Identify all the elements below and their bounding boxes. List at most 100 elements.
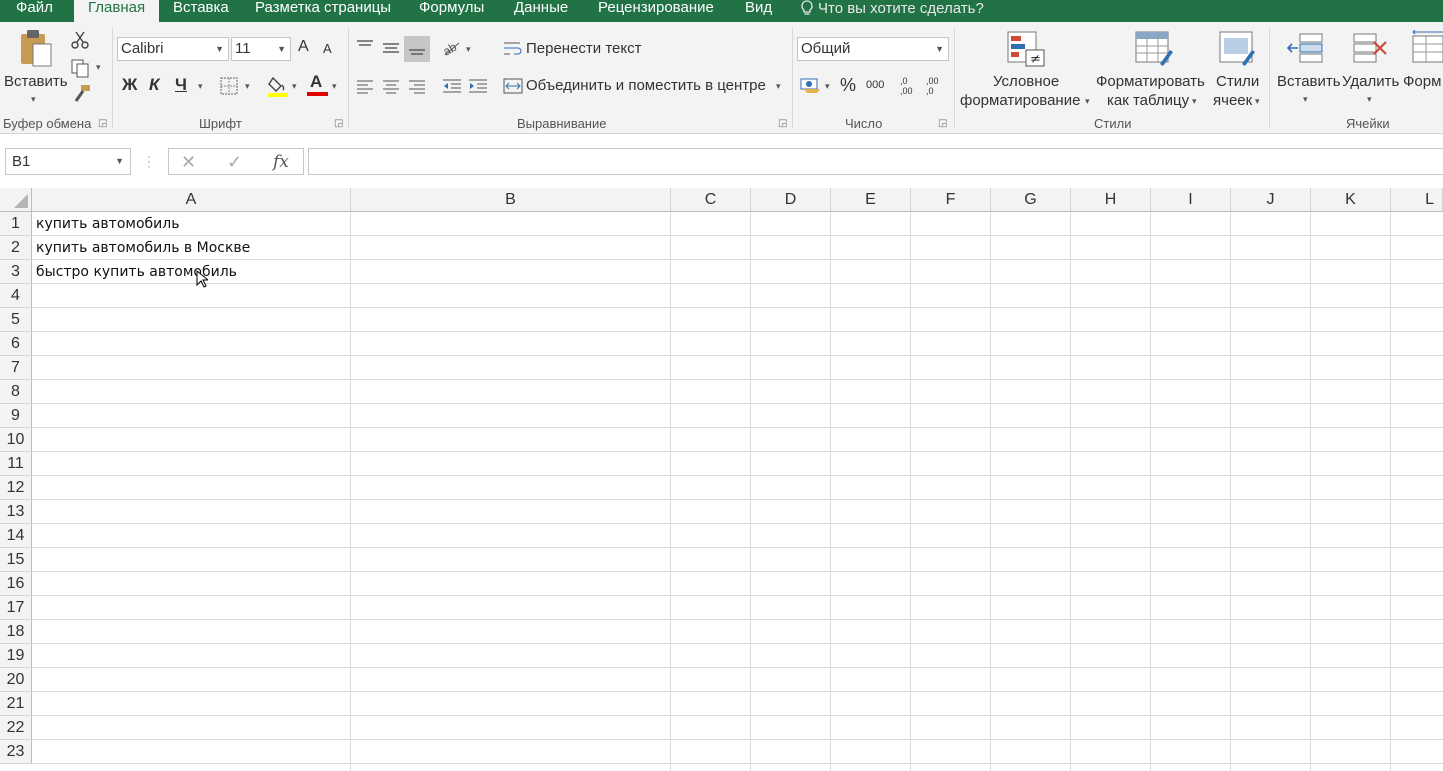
number-format-combo[interactable]: Общий ▼ bbox=[797, 37, 949, 61]
decrease-indent-icon[interactable] bbox=[442, 78, 462, 94]
tab-review[interactable]: Рецензирование bbox=[598, 0, 714, 22]
insert-cells-dropdown-icon[interactable]: ▾ bbox=[1303, 94, 1308, 105]
row-header-14[interactable]: 14 bbox=[0, 524, 32, 548]
conditional-formatting-icon[interactable]: ≠ bbox=[1006, 30, 1046, 68]
align-middle-icon[interactable] bbox=[382, 38, 400, 56]
copy-dropdown-icon[interactable]: ▾ bbox=[96, 62, 101, 73]
column-header-b[interactable]: B bbox=[351, 188, 671, 212]
percent-style-button[interactable]: % bbox=[840, 75, 856, 96]
row-header-13[interactable]: 13 bbox=[0, 500, 32, 524]
column-header-d[interactable]: D bbox=[751, 188, 831, 212]
paste-dropdown-icon[interactable]: ▾ bbox=[31, 94, 36, 105]
delete-cells-button[interactable]: Удалить bbox=[1342, 72, 1399, 91]
align-left-icon[interactable] bbox=[356, 78, 374, 94]
row-header-18[interactable]: 18 bbox=[0, 620, 32, 644]
grow-font-button[interactable]: A bbox=[298, 38, 309, 56]
row-header-17[interactable]: 17 bbox=[0, 596, 32, 620]
insert-function-button[interactable]: fx bbox=[273, 149, 289, 176]
bold-button[interactable]: Ж bbox=[122, 75, 137, 95]
confirm-entry-icon[interactable]: ✓ bbox=[227, 149, 242, 176]
shrink-font-button[interactable]: A bbox=[323, 41, 332, 56]
tab-view[interactable]: Вид bbox=[745, 0, 772, 22]
number-launcher-icon[interactable]: ◲ bbox=[938, 118, 947, 129]
format-table-line1[interactable]: Форматировать bbox=[1096, 72, 1205, 91]
row-header-21[interactable]: 21 bbox=[0, 692, 32, 716]
row-header-9[interactable]: 9 bbox=[0, 404, 32, 428]
tell-me-box[interactable]: Что вы хотите сделать? bbox=[800, 0, 984, 22]
currency-dropdown-icon[interactable]: ▾ bbox=[825, 81, 830, 92]
alignment-launcher-icon[interactable]: ◲ bbox=[778, 118, 787, 129]
column-header-h[interactable]: H bbox=[1071, 188, 1151, 212]
row-header-10[interactable]: 10 bbox=[0, 428, 32, 452]
align-center-icon[interactable] bbox=[382, 78, 400, 94]
paste-button[interactable]: Вставить bbox=[4, 72, 68, 91]
insert-cells-icon[interactable] bbox=[1286, 30, 1326, 68]
cell-styles-line1[interactable]: Стили bbox=[1216, 72, 1259, 91]
currency-format-icon[interactable] bbox=[800, 76, 822, 94]
row-header-11[interactable]: 11 bbox=[0, 452, 32, 476]
row-header-20[interactable]: 20 bbox=[0, 668, 32, 692]
format-table-dropdown-icon[interactable]: ▾ bbox=[1192, 96, 1197, 107]
cell-a2[interactable]: купить автомобиль в Москве bbox=[36, 236, 250, 260]
cell-styles-icon[interactable] bbox=[1218, 30, 1258, 68]
formula-bar-grip[interactable]: · · · bbox=[147, 150, 151, 172]
text-orientation-icon[interactable]: ab bbox=[442, 39, 462, 57]
row-header-19[interactable]: 19 bbox=[0, 644, 32, 668]
column-header-j[interactable]: J bbox=[1231, 188, 1311, 212]
delete-cells-dropdown-icon[interactable]: ▾ bbox=[1367, 94, 1372, 105]
column-header-l[interactable]: L bbox=[1391, 188, 1443, 212]
font-launcher-icon[interactable]: ◲ bbox=[334, 118, 343, 129]
formula-input[interactable] bbox=[308, 148, 1443, 175]
row-header-1[interactable]: 1 bbox=[0, 212, 32, 236]
column-header-a[interactable]: A bbox=[32, 188, 351, 212]
column-header-i[interactable]: I bbox=[1151, 188, 1231, 212]
cut-icon[interactable] bbox=[70, 30, 90, 50]
paste-icon[interactable] bbox=[18, 28, 54, 70]
column-header-k[interactable]: K bbox=[1311, 188, 1391, 212]
format-cells-icon[interactable] bbox=[1410, 30, 1443, 68]
orientation-dropdown-icon[interactable]: ▾ bbox=[466, 44, 471, 55]
comma-style-button[interactable]: 000 bbox=[866, 79, 884, 91]
row-header-6[interactable]: 6 bbox=[0, 332, 32, 356]
delete-cells-icon[interactable] bbox=[1350, 30, 1390, 68]
row-header-16[interactable]: 16 bbox=[0, 572, 32, 596]
format-as-table-icon[interactable] bbox=[1134, 30, 1174, 68]
font-color-dropdown-icon[interactable]: ▾ bbox=[332, 81, 337, 92]
tab-formulas[interactable]: Формулы bbox=[419, 0, 484, 22]
decrease-decimal-button[interactable]: ,00 ,0 bbox=[926, 76, 946, 96]
format-painter-icon[interactable] bbox=[72, 84, 92, 104]
row-header-7[interactable]: 7 bbox=[0, 356, 32, 380]
borders-dropdown-icon[interactable]: ▾ bbox=[245, 81, 250, 92]
clipboard-launcher-icon[interactable]: ◲ bbox=[98, 118, 107, 129]
format-cells-button[interactable]: Форм bbox=[1403, 72, 1441, 91]
name-box[interactable]: B1 ▼ bbox=[5, 148, 131, 175]
row-header-8[interactable]: 8 bbox=[0, 380, 32, 404]
increase-decimal-button[interactable]: ,0 ,00 bbox=[900, 76, 920, 96]
tab-data[interactable]: Данные bbox=[514, 0, 568, 22]
conditional-format-line1[interactable]: Условное bbox=[993, 72, 1059, 91]
tab-home[interactable]: Главная bbox=[74, 0, 160, 22]
format-table-line2[interactable]: как таблицу bbox=[1107, 91, 1189, 110]
font-color-button[interactable]: A bbox=[306, 72, 330, 98]
row-header-5[interactable]: 5 bbox=[0, 308, 32, 332]
borders-icon[interactable] bbox=[220, 77, 238, 95]
cell-a1[interactable]: купить автомобиль bbox=[36, 212, 179, 236]
cell-styles-dropdown-icon[interactable]: ▾ bbox=[1255, 96, 1260, 107]
italic-button[interactable]: К bbox=[149, 75, 159, 95]
copy-icon[interactable] bbox=[70, 58, 90, 78]
tab-page-layout[interactable]: Разметка страницы bbox=[255, 0, 391, 22]
align-top-icon[interactable] bbox=[356, 38, 374, 54]
conditional-format-line2[interactable]: форматирование bbox=[960, 91, 1080, 110]
increase-indent-icon[interactable] bbox=[468, 78, 488, 94]
row-header-2[interactable]: 2 bbox=[0, 236, 32, 260]
underline-button[interactable]: Ч bbox=[175, 75, 187, 95]
font-name-combo[interactable]: Calibri ▼ bbox=[117, 37, 229, 61]
row-header-4[interactable]: 4 bbox=[0, 284, 32, 308]
fill-color-icon[interactable] bbox=[267, 74, 289, 98]
fill-color-dropdown-icon[interactable]: ▾ bbox=[292, 81, 297, 92]
column-header-c[interactable]: C bbox=[671, 188, 751, 212]
tab-file[interactable]: Файл bbox=[16, 0, 53, 22]
font-size-combo[interactable]: 11 ▼ bbox=[231, 37, 291, 61]
cancel-entry-icon[interactable]: ✕ bbox=[181, 149, 196, 176]
tab-insert[interactable]: Вставка bbox=[173, 0, 229, 22]
